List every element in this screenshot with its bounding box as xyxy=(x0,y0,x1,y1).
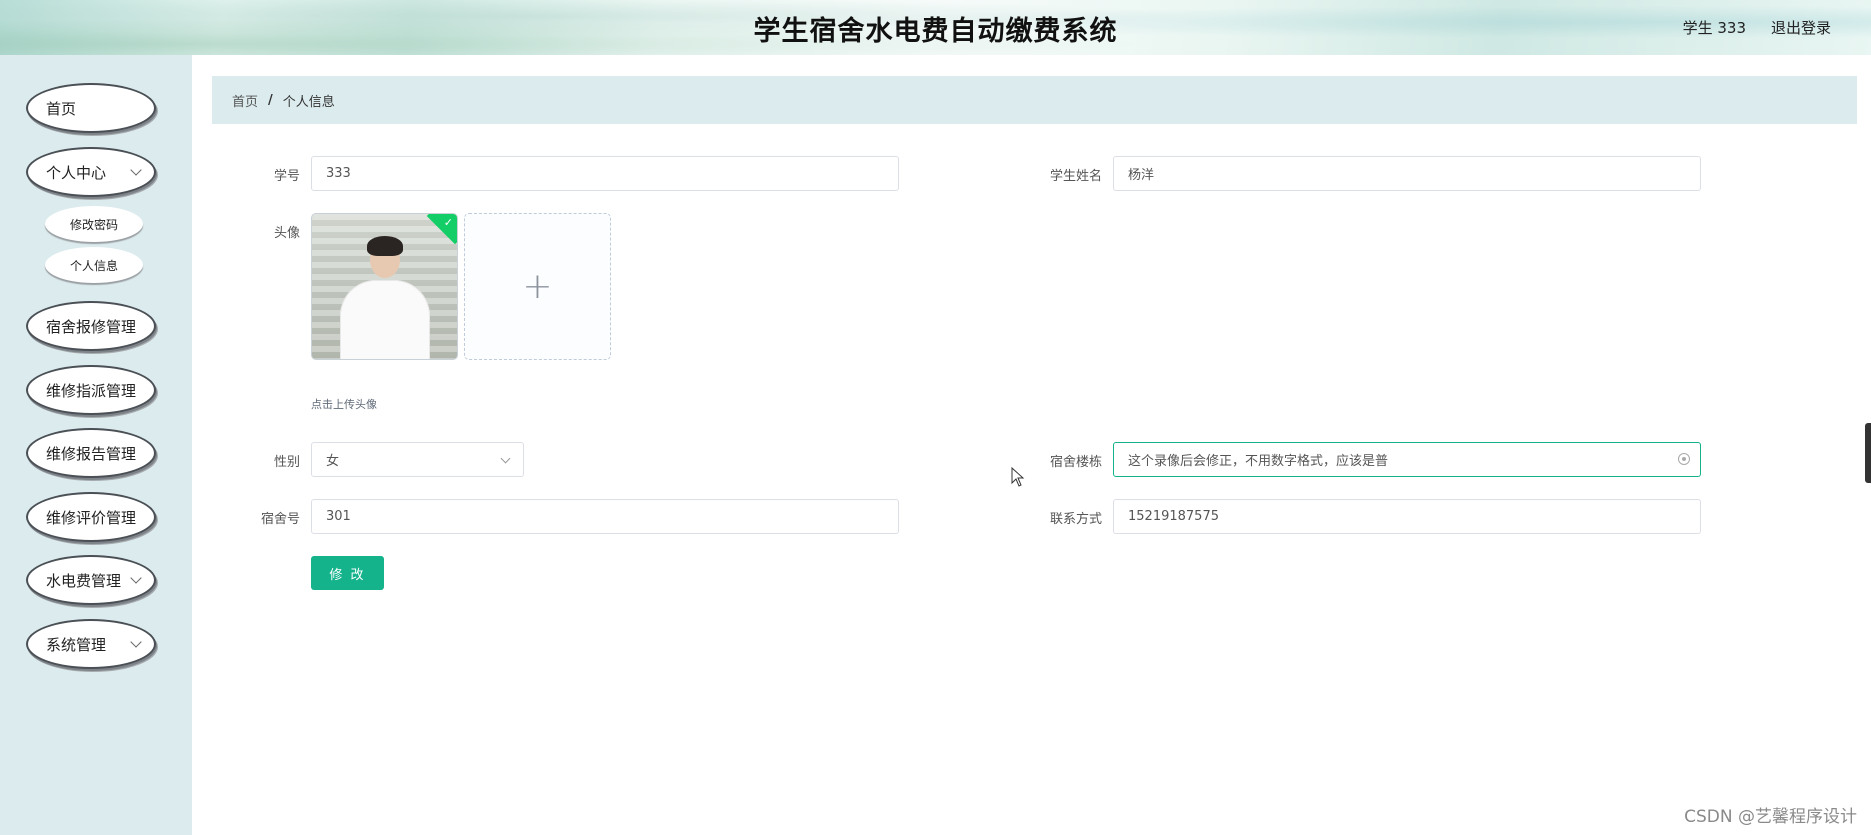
sidebar-subitem-label: 修改密码 xyxy=(69,217,118,232)
sidebar-item-repair-report[interactable]: 维修报告管理 xyxy=(26,428,156,478)
chevron-down-icon xyxy=(130,636,142,648)
top-header: 学生宿舍水电费自动缴费系统 学生 333 退出登录 xyxy=(0,0,1871,55)
breadcrumb-current: 个人信息 xyxy=(282,94,335,110)
mouse-cursor-icon xyxy=(1011,467,1025,487)
sidebar-item-label: 系统管理 xyxy=(46,635,107,654)
modify-button[interactable]: 修 改 xyxy=(311,556,384,590)
sidebar-item-label: 维修评价管理 xyxy=(46,508,137,527)
app-title: 学生宿舍水电费自动缴费系统 xyxy=(753,16,1118,47)
sidebar-item-label: 宿舍报修管理 xyxy=(46,317,137,336)
chevron-down-icon xyxy=(130,164,142,176)
student-name-label: 学生姓名 xyxy=(1049,169,1102,184)
gender-label: 性别 xyxy=(273,455,300,470)
sidebar-item-repair-evaluation[interactable]: 维修评价管理 xyxy=(26,492,156,542)
sidebar-item-repair-dispatch[interactable]: 维修指派管理 xyxy=(26,365,156,415)
avatar-upload-button[interactable]: + xyxy=(464,213,611,360)
breadcrumb: 首页 / 个人信息 xyxy=(212,76,1857,124)
building-value: 这个录像后会修正，不用数字格式，应该是普 xyxy=(1128,454,1389,469)
scrollbar-handle[interactable] xyxy=(1865,423,1871,483)
clear-icon[interactable] xyxy=(1678,453,1690,465)
room-input[interactable]: 301 xyxy=(311,499,899,534)
sidebar-item-repair-management[interactable]: 宿舍报修管理 xyxy=(26,301,156,351)
avatar-upload-hint: 点击上传头像 xyxy=(311,398,377,411)
sidebar-item-label: 维修报告管理 xyxy=(46,444,137,463)
sidebar-item-label: 维修指派管理 xyxy=(46,381,137,400)
contact-value: 15219187575 xyxy=(1128,509,1219,524)
sidebar-item-label: 首页 xyxy=(46,99,77,118)
chevron-down-icon xyxy=(500,453,511,464)
gender-value: 女 xyxy=(326,454,340,469)
sidebar-subitem-change-password[interactable]: 修改密码 xyxy=(45,206,143,242)
student-id-value: 333 xyxy=(326,166,351,181)
current-user: 学生 333 xyxy=(1682,19,1746,37)
contact-input[interactable]: 15219187575 xyxy=(1113,499,1701,534)
breadcrumb-separator: / xyxy=(268,92,273,108)
sidebar-item-utility-fee[interactable]: 水电费管理 xyxy=(26,555,156,605)
student-name-value: 杨洋 xyxy=(1128,168,1155,183)
sidebar-subitem-label: 个人信息 xyxy=(69,258,118,273)
student-id-input[interactable]: 333 xyxy=(311,156,899,191)
watermark: CSDN @艺馨程序设计 xyxy=(1684,807,1857,827)
check-icon: ✓ xyxy=(443,216,453,229)
sidebar-item-system-management[interactable]: 系统管理 xyxy=(26,619,156,669)
building-label: 宿舍楼栋 xyxy=(1049,455,1102,470)
gender-select[interactable]: 女 xyxy=(311,442,524,477)
sidebar-item-home[interactable]: 首页 xyxy=(26,83,156,133)
student-name-input[interactable]: 杨洋 xyxy=(1113,156,1701,191)
student-id-label: 学号 xyxy=(273,169,300,184)
sidebar-item-label: 水电费管理 xyxy=(46,571,122,590)
room-value: 301 xyxy=(326,509,351,524)
room-label: 宿舍号 xyxy=(260,512,300,527)
avatar-label: 头像 xyxy=(273,226,300,241)
building-input[interactable]: 这个录像后会修正，不用数字格式，应该是普 xyxy=(1113,442,1701,477)
sidebar-item-personal-center[interactable]: 个人中心 xyxy=(26,147,156,197)
chevron-down-icon xyxy=(130,572,142,584)
sidebar-item-label: 个人中心 xyxy=(46,163,107,182)
plus-icon: + xyxy=(522,265,553,307)
sidebar: 首页 个人中心 修改密码 个人信息 宿舍报修管理 维修指派管理 维修报告管理 维… xyxy=(0,55,192,835)
logout-link[interactable]: 退出登录 xyxy=(1771,17,1831,38)
breadcrumb-home[interactable]: 首页 xyxy=(232,91,258,110)
contact-label: 联系方式 xyxy=(1049,512,1102,527)
sidebar-subitem-personal-info[interactable]: 个人信息 xyxy=(45,247,143,283)
avatar-image[interactable]: ✓ xyxy=(311,213,458,360)
